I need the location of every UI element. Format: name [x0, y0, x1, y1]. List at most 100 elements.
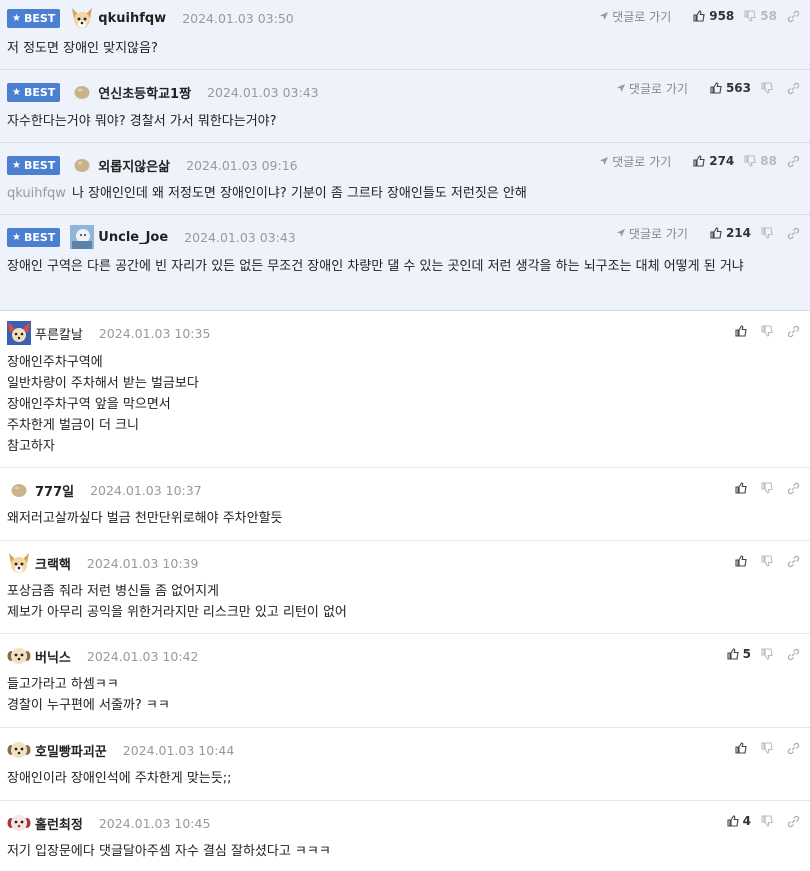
- share-link-button[interactable]: [787, 227, 800, 240]
- link-icon: [787, 82, 800, 94]
- best-badge: ★ BEST: [7, 227, 61, 247]
- comment-header: 푸른칼날 2024.01.03 10:35: [7, 321, 210, 345]
- share-link-button[interactable]: [787, 555, 800, 568]
- upvote-button[interactable]: 5: [727, 647, 751, 661]
- comment-header: 777일 2024.01.03 10:37: [7, 480, 202, 500]
- arrow-icon: [616, 229, 625, 237]
- thumbs-up-icon: [727, 648, 739, 660]
- thumbs-down-icon: [761, 555, 773, 567]
- comment-text: 들고가라고 하셈ㅋㅋ 경찰이 누구편에 서줄까? ㅋㅋ: [7, 677, 170, 713]
- comment-date: 2024.01.03 10:37: [90, 482, 202, 498]
- share-link-button[interactable]: [787, 742, 800, 755]
- best-comment: ★ BEST qkuihfqw 2024.01.03 03:50 댓글로 가기 9…: [0, 0, 810, 70]
- thumbs-down-icon: [761, 82, 773, 94]
- nickname[interactable]: 버닉스: [35, 647, 71, 666]
- nickname[interactable]: 777일: [35, 481, 74, 500]
- thumbs-up-icon: [735, 742, 747, 754]
- thumbs-up-icon: [727, 815, 739, 827]
- downvote-button[interactable]: [761, 227, 777, 239]
- comment: 푸른칼날 2024.01.03 10:35 장애인주차구역에 일반차량이 주차해…: [0, 311, 810, 468]
- upvote-button[interactable]: 214: [710, 226, 751, 240]
- thumbs-down-icon: [761, 742, 773, 754]
- comment-actions: 댓글로 가기 563: [616, 78, 800, 98]
- downvote-button[interactable]: 58: [744, 9, 777, 23]
- comment-date: 2024.01.03 03:43: [207, 84, 319, 100]
- share-link-button[interactable]: [787, 325, 800, 338]
- best-comment: ★ BEST 외롭지않은삶 2024.01.03 09:16 댓글로 가기 274…: [0, 143, 810, 215]
- upvote-button[interactable]: [735, 482, 751, 494]
- nickname[interactable]: 연신초등학교1짱: [98, 83, 191, 102]
- downvote-button[interactable]: [761, 482, 777, 494]
- goto-comment-link[interactable]: 댓글로 가기: [616, 80, 688, 97]
- comment: 버닉스 2024.01.03 10:42 5 들고가라고 하셈ㅋㅋ 경찰이 누구…: [0, 634, 810, 728]
- comment-actions: 5: [717, 644, 800, 664]
- upvote-button[interactable]: [735, 325, 751, 337]
- share-link-button[interactable]: [787, 155, 800, 168]
- star-icon: ★: [12, 86, 21, 98]
- share-link-button[interactable]: [787, 648, 800, 661]
- link-icon: [787, 227, 800, 239]
- link-icon: [787, 742, 800, 754]
- dog-face-icon: [72, 8, 93, 28]
- comment-header: ★ BEST qkuihfqw 2024.01.03 03:50: [7, 8, 294, 28]
- share-link-button[interactable]: [787, 82, 800, 95]
- downvote-button[interactable]: [761, 82, 777, 94]
- upvote-button[interactable]: [735, 742, 751, 754]
- puppy-face-icon: [7, 648, 31, 664]
- potato-icon: [74, 159, 90, 172]
- comment-header: ★ BEST Uncle_Joe 2024.01.03 03:43: [7, 225, 296, 249]
- thumbs-up-icon: [735, 325, 747, 337]
- potato-icon: [11, 484, 27, 497]
- share-link-button[interactable]: [787, 482, 800, 495]
- upvote-button[interactable]: [735, 555, 751, 567]
- upvote-button[interactable]: 563: [710, 81, 751, 95]
- best-comment: ★ BEST 연신초등학교1짱 2024.01.03 03:43 댓글로 가기 5…: [0, 70, 810, 143]
- nickname[interactable]: 홀런최정: [35, 814, 83, 833]
- downvote-count: 88: [760, 154, 777, 168]
- upvote-button[interactable]: 274: [693, 154, 734, 168]
- downvote-button[interactable]: [761, 648, 777, 660]
- link-icon: [787, 815, 800, 827]
- goto-comment-link[interactable]: 댓글로 가기: [599, 8, 671, 25]
- comment-date: 2024.01.03 10:45: [98, 815, 211, 831]
- share-link-button[interactable]: [787, 815, 800, 828]
- comment-actions: [725, 551, 800, 571]
- comment-header: 홀런최정 2024.01.03 10:45: [7, 811, 211, 835]
- comment-text: 왜저러고살까싶다 벌금 천만단위로해야 주차안할듯: [7, 511, 283, 526]
- upvote-button[interactable]: 4: [727, 814, 751, 828]
- upvote-button[interactable]: 958: [693, 9, 734, 23]
- comment-text: qkuihfqw 나 장애인인데 왜 저정도면 장애인이냐? 기분이 좀 그르타 …: [7, 186, 527, 201]
- comment-header: ★ BEST 연신초등학교1짱 2024.01.03 03:43: [7, 82, 319, 102]
- nickname[interactable]: Uncle_Joe: [98, 230, 168, 245]
- star-icon: ★: [12, 231, 21, 243]
- downvote-count: 58: [760, 9, 777, 23]
- nickname[interactable]: 호밀빵파괴꾼: [35, 741, 107, 760]
- comment-text: 포상금좀 줘라 저런 병신들 좀 없어지게 제보가 아무리 공익을 위한거라지만…: [7, 584, 347, 620]
- upvote-count: 274: [709, 154, 735, 168]
- goto-comment-link[interactable]: 댓글로 가기: [616, 225, 688, 242]
- thumbs-down-icon: [744, 10, 756, 22]
- downvote-button[interactable]: [761, 742, 777, 754]
- downvote-button[interactable]: [761, 325, 777, 337]
- photo-avatar-icon: [70, 225, 95, 249]
- puppy-face-icon: [7, 742, 31, 758]
- nickname[interactable]: 크랙핵: [35, 554, 71, 573]
- thumbs-down-icon: [761, 815, 773, 827]
- downvote-button[interactable]: [761, 555, 777, 567]
- downvote-button[interactable]: 88: [744, 154, 777, 168]
- colorful-dog-icon: [7, 321, 31, 345]
- goto-comment-link[interactable]: 댓글로 가기: [599, 153, 671, 170]
- reply-mention[interactable]: qkuihfqw: [7, 186, 66, 201]
- thumbs-up-icon: [735, 482, 747, 494]
- nickname[interactable]: qkuihfqw: [98, 11, 166, 26]
- comment-text: 저 정도면 장애인 맞지않음?: [7, 41, 158, 56]
- comment-actions: 댓글로 가기 958 58: [599, 6, 800, 26]
- downvote-button[interactable]: [761, 815, 777, 827]
- nickname[interactable]: 외롭지않은삶: [98, 156, 170, 175]
- thumbs-up-icon: [693, 155, 705, 167]
- thumbs-up-icon: [710, 227, 722, 239]
- arrow-icon: [600, 12, 609, 20]
- star-icon: ★: [12, 12, 21, 24]
- share-link-button[interactable]: [787, 10, 800, 23]
- nickname[interactable]: 푸른칼날: [35, 324, 83, 343]
